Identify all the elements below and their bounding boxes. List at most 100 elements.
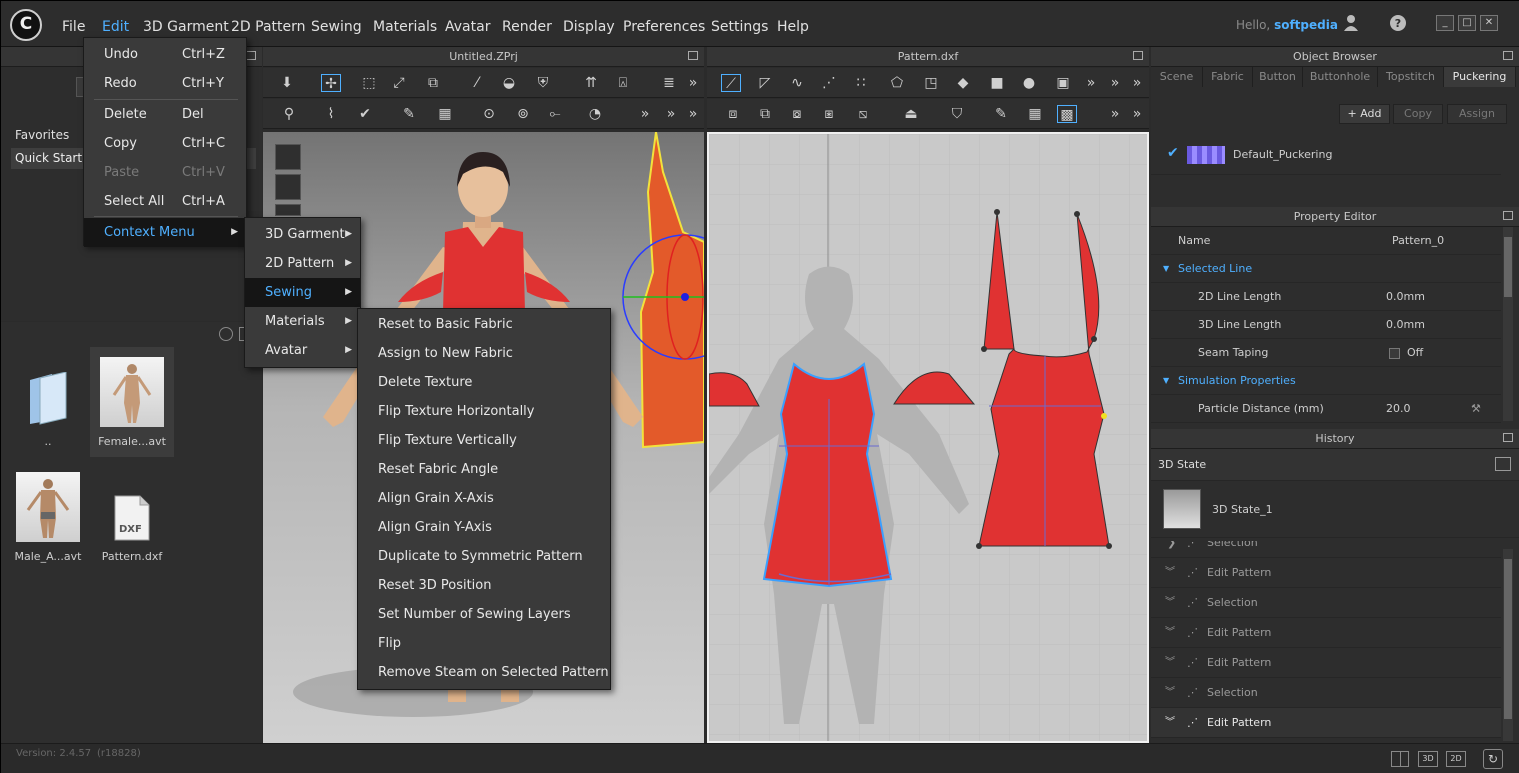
history-row[interactable]: ︾ ⋰ Edit Pattern <box>1151 648 1501 678</box>
check-icon[interactable]: ✔ <box>355 105 375 123</box>
menu-item-copy[interactable]: Copy Ctrl+C <box>84 129 246 158</box>
free-sewing-icon[interactable]: ⧉ <box>755 105 775 123</box>
texture-icon[interactable]: ▦ <box>435 105 455 123</box>
internal-line-icon[interactable]: ◳ <box>921 74 941 92</box>
history-scrollbar-thumb[interactable] <box>1504 559 1512 719</box>
buttonhole-icon[interactable]: ⊚ <box>513 105 533 123</box>
menu-item-select-all[interactable]: Select All Ctrl+A <box>84 187 246 216</box>
history-row-current[interactable]: ︾ ⋰ Edit Pattern <box>1151 708 1501 738</box>
user-icon[interactable] <box>1343 14 1359 32</box>
sewing-item-align-grain-y[interactable]: Align Grain Y-Axis <box>358 513 610 542</box>
box-select-icon[interactable]: ⬚ <box>359 74 379 92</box>
fold-icon[interactable]: ◒ <box>499 74 519 92</box>
sewing-item-flip[interactable]: Flip <box>358 629 610 658</box>
detach-icon[interactable] <box>246 51 256 60</box>
menu-file[interactable]: File <box>62 19 85 35</box>
more-tools-icon[interactable]: » <box>1105 74 1125 92</box>
transform-icon[interactable]: ⧉ <box>423 74 443 92</box>
add-point-icon[interactable]: ⋰ <box>819 74 839 92</box>
maximize-button[interactable]: □ <box>1458 15 1476 31</box>
seam-taping-checkbox[interactable] <box>1389 348 1400 359</box>
detach-icon[interactable] <box>1503 433 1513 442</box>
more-tools-icon[interactable]: » <box>683 105 703 123</box>
submenu-avatar[interactable]: Avatar ▶ <box>245 336 360 365</box>
submenu-sewing[interactable]: Sewing ▶ <box>245 278 360 307</box>
tab-button[interactable]: Button <box>1253 67 1303 87</box>
move-down-icon[interactable]: ⬇ <box>277 74 297 92</box>
detach-icon[interactable] <box>1503 51 1513 60</box>
history-scrollbar[interactable] <box>1503 549 1513 741</box>
menu-settings[interactable]: Settings <box>711 19 768 35</box>
property-scrollbar[interactable] <box>1503 227 1513 421</box>
sewing-tool-icon[interactable]: ⧅ <box>853 105 873 123</box>
more-tools-icon[interactable]: » <box>1127 105 1147 123</box>
tshirt-icon[interactable]: ⛉ <box>947 105 967 123</box>
refresh-icon[interactable]: ↻ <box>1483 749 1503 769</box>
detach-icon[interactable] <box>1133 51 1143 60</box>
detach-icon[interactable] <box>1503 211 1513 220</box>
menu-item-delete[interactable]: Delete Del <box>84 100 246 129</box>
sewing-item-reset-3d-position[interactable]: Reset 3D Position <box>358 571 610 600</box>
favorites-label[interactable]: Favorites <box>15 128 69 142</box>
minimize-button[interactable]: _ <box>1436 15 1454 31</box>
split-view-icon[interactable] <box>1391 751 1409 767</box>
selected-line-section[interactable]: ▼ Selected Line <box>1151 255 1501 283</box>
texture-view-icon[interactable] <box>275 204 301 216</box>
sewing-item-flip-texture-v[interactable]: Flip Texture Vertically <box>358 426 610 455</box>
more-tools-icon[interactable]: » <box>1127 74 1147 92</box>
menu-item-undo[interactable]: Undo Ctrl+Z <box>84 40 246 69</box>
button-tool-icon[interactable]: ⊙ <box>479 105 499 123</box>
rectangle-icon[interactable]: ■ <box>987 74 1007 92</box>
submenu-3d-garment[interactable]: 3D Garment ▶ <box>245 220 360 249</box>
edit-curve-icon[interactable]: ∿ <box>787 74 807 92</box>
copy-button[interactable]: Copy <box>1393 104 1443 124</box>
sewing-item-delete-texture[interactable]: Delete Texture <box>358 368 610 397</box>
menu-display[interactable]: Display <box>563 19 615 35</box>
layer-icon[interactable]: ≣ <box>659 74 679 92</box>
add-button[interactable]: + Add <box>1339 104 1390 124</box>
tab-puckering[interactable]: Puckering <box>1444 67 1516 87</box>
tab-buttonhole[interactable]: Buttonhole <box>1303 67 1378 87</box>
menu-item-paste[interactable]: Paste Ctrl+V <box>84 158 246 187</box>
tab-fabric[interactable]: Fabric <box>1203 67 1253 87</box>
texture-2d-icon[interactable]: ▦ <box>1025 105 1045 123</box>
shirt-icon[interactable]: ⛨ <box>533 74 553 92</box>
sewing-item-set-layers[interactable]: Set Number of Sewing Layers <box>358 600 610 629</box>
lasso-select-icon[interactable]: ⤢ <box>389 74 409 92</box>
menu-edit[interactable]: Edit <box>102 19 129 35</box>
check-sewing-icon[interactable]: ⧆ <box>819 105 839 123</box>
file-item-male[interactable]: Male_A...avt <box>6 462 90 572</box>
simulation-section[interactable]: ▼ Simulation Properties <box>1151 367 1501 395</box>
puckering-item[interactable]: ✔ Default_Puckering <box>1151 139 1501 175</box>
history-row[interactable]: ︾ ⋰ Selection <box>1151 678 1501 708</box>
pin-icon[interactable]: ⁄ <box>467 74 487 92</box>
internal-rect-icon[interactable]: ▣ <box>1053 74 1073 92</box>
menu-2d-pattern[interactable]: 2D Pattern <box>231 19 306 35</box>
history-row[interactable]: ︾ ⋰ Selection <box>1151 588 1501 618</box>
help-icon[interactable]: ? <box>1389 14 1407 32</box>
view-2d-button[interactable]: 2D <box>1446 751 1466 767</box>
sewing-item-reset-basic-fabric[interactable]: Reset to Basic Fabric <box>358 310 610 339</box>
trace-icon[interactable]: ◆ <box>953 74 973 92</box>
menu-help[interactable]: Help <box>777 19 809 35</box>
avatar-view-icon[interactable] <box>275 174 301 200</box>
edit-point-icon[interactable]: ◸ <box>755 74 775 92</box>
prop-name-value[interactable]: Pattern_0 <box>1392 227 1444 255</box>
edit-sewing-icon[interactable]: ⧇ <box>787 105 807 123</box>
more-tools-icon[interactable]: » <box>1105 105 1125 123</box>
submenu-materials[interactable]: Materials ▶ <box>245 307 360 336</box>
sewing-item-duplicate-symmetric[interactable]: Duplicate to Symmetric Pattern <box>358 542 610 571</box>
history-row[interactable]: ︾ ⋰ Edit Pattern <box>1151 618 1501 648</box>
assign-button[interactable]: Assign <box>1447 104 1507 124</box>
tack-icon[interactable]: ⌇ <box>321 105 341 123</box>
history-row[interactable]: ❯ ⋰ Selection <box>1151 541 1501 558</box>
file-item-parent[interactable]: .. <box>6 347 90 457</box>
fabric-2d-icon[interactable]: ✎ <box>991 105 1011 123</box>
viewport-2d[interactable] <box>707 132 1149 743</box>
submenu-2d-pattern[interactable]: 2D Pattern ▶ <box>245 249 360 278</box>
menu-item-redo[interactable]: Redo Ctrl+Y <box>84 69 246 98</box>
menu-avatar[interactable]: Avatar <box>445 19 490 35</box>
menu-3d-garment[interactable]: 3D Garment <box>143 19 229 35</box>
menu-preferences[interactable]: Preferences <box>623 19 705 35</box>
edit-pattern-icon[interactable]: ⟋ <box>721 74 741 92</box>
